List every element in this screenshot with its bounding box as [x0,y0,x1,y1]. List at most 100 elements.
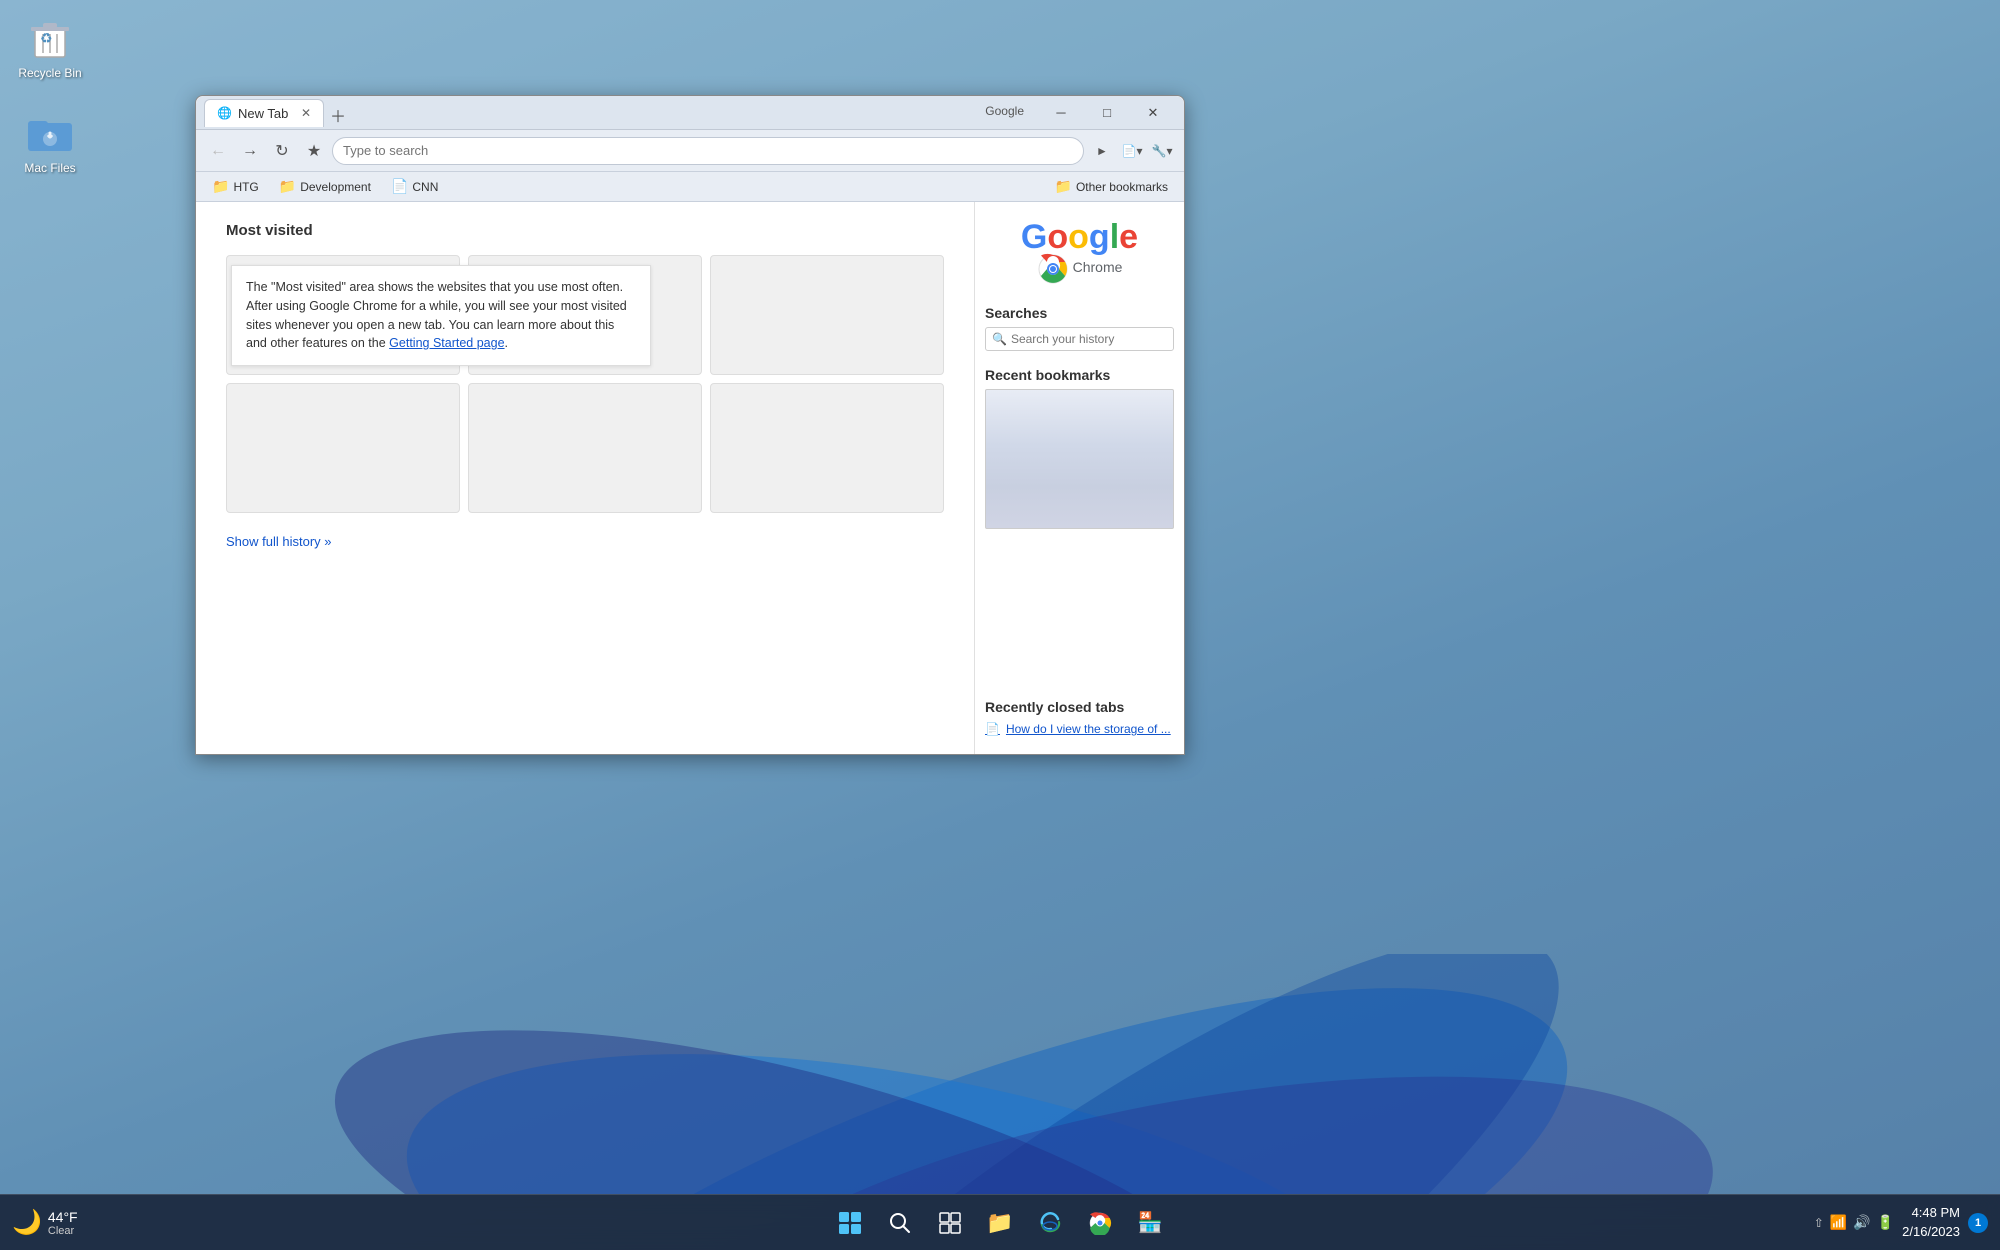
notification-badge[interactable]: 1 [1968,1213,1988,1233]
address-bar[interactable] [332,137,1084,165]
maximize-button[interactable]: □ [1084,96,1130,130]
recently-closed-section: Recently closed tabs 📄 How do I view the… [985,699,1174,738]
start-button[interactable] [828,1201,872,1245]
tab-favicon: 🌐 [217,106,232,120]
clock-display[interactable]: 4:48 PM 2/16/2023 [1902,1204,1960,1240]
getting-started-link[interactable]: Getting Started page [389,336,504,350]
bookmark-star-button[interactable]: ★ [300,137,328,165]
weather-icon: 🌙 [12,1208,42,1237]
history-search-icon: 🔍 [992,332,1007,346]
tab-label: New Tab [238,106,288,121]
title-bar: 🌐 New Tab ✕ ＋ Google ─ □ ✕ [196,96,1184,130]
thumbnail-6[interactable] [710,383,944,513]
mac-files-label: Mac Files [24,161,75,175]
history-search-input[interactable] [1011,332,1167,346]
recently-closed-title: Recently closed tabs [985,699,1174,715]
weather-widget[interactable]: 🌙 44°F Clear [12,1208,78,1237]
most-visited-info-box: The "Most visited" area shows the websit… [231,265,651,366]
recent-bookmarks-title: Recent bookmarks [985,367,1174,383]
back-button[interactable]: ← [204,137,232,165]
right-sidebar: Google Chrome [974,202,1184,754]
store-button[interactable]: 🏪 [1128,1201,1172,1245]
bookmark-htg-label: HTG [233,180,258,194]
chrome-subtitle: Chrome [1073,259,1123,275]
window-controls: ─ □ ✕ [1038,96,1176,130]
logo-o2: o [1068,218,1089,257]
clock-date: 2/16/2023 [1902,1223,1960,1241]
minimize-button[interactable]: ─ [1038,96,1084,130]
other-bookmarks-icon: 📁 [1055,178,1072,195]
logo-e: e [1119,218,1138,257]
task-view-button[interactable] [928,1201,972,1245]
bookmark-htg-icon: 📁 [212,178,229,195]
reload-button[interactable]: ↻ [268,137,296,165]
file-explorer-button[interactable]: 📁 [978,1201,1022,1245]
closed-tab-item[interactable]: 📄 How do I view the storage of ... [985,721,1174,738]
taskbar-search-button[interactable] [878,1201,922,1245]
most-visited-title: Most visited [226,222,944,239]
recent-bookmarks-area [985,389,1174,529]
closed-tab-icon: 📄 [985,721,1000,738]
chrome-taskbar-icon [1088,1211,1112,1235]
browser-window: 🌐 New Tab ✕ ＋ Google ─ □ ✕ ← → ↻ ★ [195,95,1185,755]
show-full-history-link[interactable]: Show full history » [226,534,332,549]
chrome-taskbar-button[interactable] [1078,1201,1122,1245]
bookmark-development-icon: 📁 [279,178,296,195]
thumbnail-3[interactable] [710,255,944,375]
history-search-wrapper: 🔍 [985,327,1174,351]
google-chrome-logo: Google Chrome [985,218,1174,285]
bookmark-cnn[interactable]: 📄 CNN [383,176,446,197]
tray-sound-icon[interactable]: 🔊 [1853,1214,1870,1231]
main-content-area: Most visited The "Most visited" area sho… [196,202,974,754]
recycle-bin-icon[interactable]: ♻ Recycle Bin [10,10,90,84]
tray-network-icon[interactable]: 📶 [1830,1214,1847,1231]
other-bookmarks[interactable]: 📁 Other bookmarks [1047,176,1176,197]
searches-section: Searches 🔍 [985,305,1174,351]
wrench-menu-button[interactable]: 🔧▾ [1148,137,1176,165]
svg-text:♻: ♻ [40,30,53,46]
page-menu-button[interactable]: 📄▾ [1118,137,1146,165]
bookmark-cnn-label: CNN [412,180,438,194]
desktop: ♻ Recycle Bin Mac Files 🌐 [0,0,2000,1250]
taskbar-wallpaper-decoration [0,954,2000,1194]
active-tab[interactable]: 🌐 New Tab ✕ [204,99,324,127]
weather-condition: Clear [48,1225,78,1237]
navigation-bar: ← → ↻ ★ ► 📄▾ 🔧▾ [196,130,1184,172]
new-tab-button[interactable]: ＋ [324,103,352,127]
thumbnail-5[interactable] [468,383,702,513]
taskbar-center: 📁 🏪 [828,1201,1172,1245]
logo-g: G [1021,218,1047,257]
mac-files-image [26,109,74,157]
edge-button[interactable] [1028,1201,1072,1245]
recycle-bin-image: ♻ [26,14,74,62]
other-bookmarks-label: Other bookmarks [1076,180,1168,194]
logo-g2: g [1089,218,1110,257]
bookmark-development[interactable]: 📁 Development [271,176,379,197]
bookmark-development-label: Development [300,180,371,194]
task-view-icon [939,1212,961,1234]
system-tray-icons: ⇧ 📶 🔊 🔋 [1814,1214,1894,1231]
tray-battery-icon[interactable]: 🔋 [1877,1214,1894,1231]
nav-right-controls: ► 📄▾ 🔧▾ [1088,137,1176,165]
bookmark-cnn-icon: 📄 [391,178,408,195]
go-button[interactable]: ► [1088,137,1116,165]
thumbnail-4[interactable] [226,383,460,513]
close-tab-button[interactable]: ✕ [301,106,311,120]
recycle-bin-label: Recycle Bin [18,66,81,80]
wallpaper-swirl-svg [0,954,2000,1194]
mac-files-icon[interactable]: Mac Files [10,105,90,179]
tray-up-arrow[interactable]: ⇧ [1814,1216,1824,1230]
clock-time: 4:48 PM [1902,1204,1960,1222]
windows-start-icon [838,1211,862,1235]
forward-button[interactable]: → [236,137,264,165]
taskbar-left: 🌙 44°F Clear [12,1208,78,1237]
browser-title: Google [985,104,1024,118]
thumbnails-grid: The "Most visited" area shows the websit… [226,255,944,513]
tabs-area: 🌐 New Tab ✕ ＋ [204,99,1038,127]
edge-icon [1038,1211,1062,1235]
close-button[interactable]: ✕ [1130,96,1176,130]
bookmark-htg[interactable]: 📁 HTG [204,176,267,197]
searches-title: Searches [985,305,1174,321]
logo-l: l [1110,218,1119,257]
taskbar: 🌙 44°F Clear [0,1194,2000,1250]
